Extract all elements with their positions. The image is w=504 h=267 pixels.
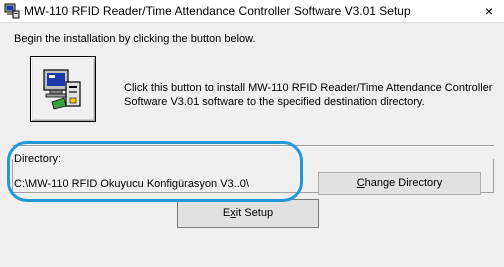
setup-computer-icon — [43, 69, 81, 110]
section-divider — [12, 145, 494, 147]
setup-computer-icon — [4, 3, 20, 19]
exit-setup-label: Exit Setup — [222, 207, 274, 219]
change-directory-button[interactable]: Change Directory — [318, 172, 481, 195]
change-directory-label: Change Directory — [356, 177, 443, 189]
setup-window: MW-110 RFID Reader/Time Attendance Contr… — [0, 0, 504, 267]
exit-setup-button[interactable]: Exit Setup — [177, 199, 319, 228]
directory-label: Directory: — [14, 153, 65, 165]
install-button[interactable] — [30, 56, 96, 122]
directory-path: C:\MW-110 RFID Okuyucu Konfigürasyon V3.… — [14, 178, 249, 190]
intro-text: Begin the installation by clicking the b… — [14, 33, 256, 45]
window-title: MW-110 RFID Reader/Time Attendance Contr… — [24, 4, 411, 18]
title-bar[interactable]: MW-110 RFID Reader/Time Attendance Contr… — [0, 0, 504, 23]
close-button[interactable]: × — [474, 0, 504, 22]
install-description: Click this button to install MW-110 RFID… — [124, 82, 493, 108]
